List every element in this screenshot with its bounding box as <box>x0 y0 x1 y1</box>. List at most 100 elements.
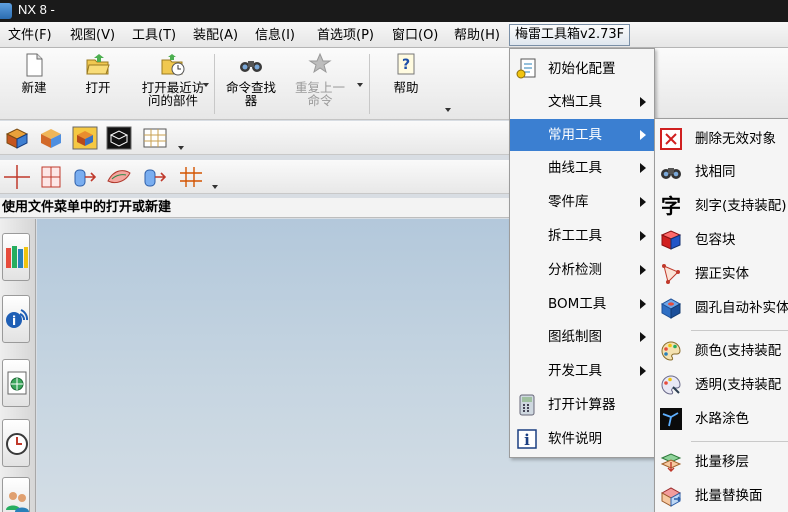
submenu-item-waterline-color[interactable]: 水路涂色 <box>655 403 788 435</box>
menu-window[interactable]: 窗口(O) <box>390 26 440 45</box>
menu-item-bom-tools[interactable]: BOM工具 <box>510 288 654 320</box>
submenu-separator <box>691 330 788 331</box>
clock-icon <box>6 433 28 455</box>
menu-item-drawing[interactable]: 图纸制图 <box>510 321 654 353</box>
menu-item-common-tools[interactable]: 常用工具 <box>510 119 654 151</box>
view-toolbar-dropdown-arrow[interactable] <box>178 146 184 150</box>
repeat-command-dropdown-arrow[interactable] <box>357 83 363 87</box>
menu-item-split-tools[interactable]: 拆工工具 <box>510 220 654 252</box>
new-button[interactable]: 新建 <box>6 52 62 116</box>
menu-view[interactable]: 视图(V) <box>68 26 117 45</box>
menu-item-init-config[interactable]: 初始化配置 <box>510 53 654 85</box>
common-tools-submenu: 删除无效对象 找相同 字 刻字(支持装配) 包容块 摆正实体 圆孔自动补实体 颜… <box>654 118 788 512</box>
submenu-arrow-icon <box>640 231 646 241</box>
resource-tab-roles[interactable] <box>2 477 30 512</box>
menu-item-document-tools[interactable]: 文档工具 <box>510 86 654 118</box>
submenu-item-bounding-block[interactable]: 包容块 <box>655 224 788 256</box>
nx-app-icon <box>0 3 12 19</box>
menu-item-analysis-check[interactable]: 分析检测 <box>510 254 654 286</box>
menu-preferences[interactable]: 首选项(P) <box>315 26 376 45</box>
resource-tab-history[interactable] <box>2 419 30 467</box>
repeat-command-icon <box>308 52 332 74</box>
submenu-arrow-icon <box>640 97 646 107</box>
ribbon-options-arrow[interactable] <box>445 108 451 112</box>
submenu-arrow-icon <box>640 163 646 173</box>
submenu-item-engrave-text[interactable]: 字 刻字(支持装配) <box>655 190 788 222</box>
new-file-icon <box>26 53 43 77</box>
submenu-item-batch-replace-face[interactable]: 批量替换面 <box>655 480 788 512</box>
transparency-icon <box>661 375 681 395</box>
menu-item-curve-tools[interactable]: 曲线工具 <box>510 152 654 184</box>
move-layer-icon <box>660 453 682 472</box>
open-recent-button[interactable]: 打开最近访 问的部件 <box>134 52 212 116</box>
menu-info[interactable]: 信息(I) <box>253 26 297 45</box>
align-solid-icon <box>662 264 680 284</box>
extrude-arrow-icon[interactable] <box>142 165 168 189</box>
menu-help[interactable]: 帮助(H) <box>452 26 502 45</box>
submenu-item-hole-fill[interactable]: 圆孔自动补实体 <box>655 292 788 324</box>
svg-text:i: i <box>12 314 16 328</box>
submenu-item-transparency[interactable]: 透明(支持装配 <box>655 369 788 401</box>
books-icon <box>6 246 28 268</box>
ribbon-separator <box>214 54 215 114</box>
repeat-command-label-2: 命令 <box>307 93 333 108</box>
open-button[interactable]: 打开 <box>70 52 126 116</box>
open-label: 打开 <box>85 80 111 95</box>
menu-file[interactable]: 文件(F) <box>6 26 54 45</box>
submenu-arrow-icon <box>640 366 646 376</box>
feature-toolbar <box>0 160 510 194</box>
help-button[interactable]: ? 帮助 <box>376 52 436 116</box>
title-bar: NX 8 - <box>0 0 788 22</box>
menu-assembly[interactable]: 装配(A) <box>191 26 240 45</box>
menu-meilei-toolbox[interactable]: 梅雷工具箱v2.73F <box>509 24 631 46</box>
web-page-icon <box>7 371 27 395</box>
extrude-arrow-icon[interactable] <box>72 165 98 189</box>
users-icon <box>6 492 29 512</box>
submenu-item-batch-move-layer[interactable]: 批量移层 <box>655 446 788 478</box>
menu-item-dev-tools[interactable]: 开发工具 <box>510 355 654 387</box>
new-label: 新建 <box>21 80 47 95</box>
resource-bar: i <box>0 219 36 512</box>
shaded-with-edges-icon[interactable] <box>4 126 30 150</box>
submenu-item-delete-invalid[interactable]: 删除无效对象 <box>655 123 788 155</box>
ribbon-separator <box>369 54 370 114</box>
config-icon <box>516 58 536 79</box>
command-finder-label-2: 器 <box>244 93 258 108</box>
shaded-icon[interactable] <box>38 126 64 150</box>
menu-item-part-library[interactable]: 零件库 <box>510 186 654 218</box>
wireframe-dark-icon[interactable] <box>106 126 132 150</box>
menu-item-software-info[interactable]: i 软件说明 <box>510 423 654 455</box>
datum-plane-icon[interactable] <box>38 165 64 189</box>
grid-table-icon[interactable] <box>142 126 168 150</box>
window-title: NX 8 - <box>18 2 55 17</box>
feature-toolbar-dropdown-arrow[interactable] <box>212 185 218 189</box>
repeat-command-button[interactable]: 重复上一 命令 <box>288 52 352 116</box>
resource-tab-web[interactable] <box>2 359 30 407</box>
studio-shaded-icon[interactable] <box>72 126 98 150</box>
open-recent-label-2: 问的部件 <box>147 93 198 108</box>
view-toolbar <box>0 121 510 155</box>
menu-tools[interactable]: 工具(T) <box>130 26 178 45</box>
info-icon: i <box>517 429 537 449</box>
standard-toolbar: 新建 打开 打开最近访 问的部件 命令查找 器 重复上一 命令 ? 帮助 <box>0 48 788 120</box>
submenu-arrow-icon <box>640 265 646 275</box>
submenu-item-color[interactable]: 颜色(支持装配 <box>655 335 788 367</box>
text-char-icon: 字 <box>661 194 681 218</box>
binoculars-icon <box>240 61 262 72</box>
menu-item-open-calculator[interactable]: 打开计算器 <box>510 389 654 421</box>
pattern-grid-icon[interactable] <box>178 165 204 189</box>
network-info-icon: i <box>6 309 29 328</box>
submenu-arrow-icon <box>640 299 646 309</box>
svg-text:i: i <box>524 431 530 449</box>
submenu-arrow-icon <box>640 332 646 342</box>
command-finder-button[interactable]: 命令查找 器 <box>220 52 282 116</box>
submenu-item-align-solid[interactable]: 摆正实体 <box>655 258 788 290</box>
point-crosshair-icon[interactable] <box>4 165 30 189</box>
submenu-item-find-same[interactable]: 找相同 <box>655 156 788 188</box>
resource-tab-network[interactable]: i <box>2 295 30 343</box>
resource-tab-navigator[interactable] <box>2 233 30 281</box>
svg-text:?: ? <box>402 57 410 73</box>
surface-patch-icon[interactable] <box>106 165 132 189</box>
open-recent-dropdown-arrow[interactable] <box>203 83 209 87</box>
open-folder-icon <box>86 54 110 75</box>
